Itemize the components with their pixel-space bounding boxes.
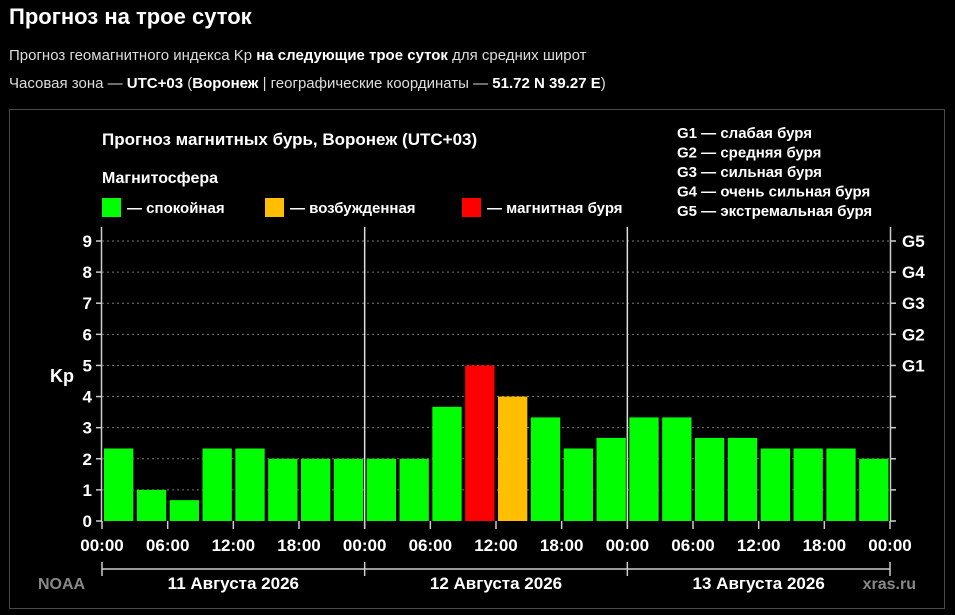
kp-bar — [695, 437, 725, 521]
y-tick-label: 5 — [83, 356, 92, 375]
kp-bar — [859, 458, 889, 521]
chart-title: Прогноз магнитных бурь, Воронеж (UTC+03) — [102, 130, 477, 149]
kp-bar — [826, 448, 856, 521]
forecast-description: Прогноз геомагнитного индекса Kp на след… — [9, 47, 587, 64]
watermark-noaa: NOAA — [38, 576, 86, 593]
kp-bar — [793, 448, 823, 521]
g-tick-label: G2 — [902, 325, 925, 344]
kp-bar — [760, 448, 790, 521]
day-label: 13 Августа 2026 — [693, 574, 825, 593]
chart-panel: Прогноз магнитных бурь, Воронеж (UTC+03)… — [9, 109, 945, 609]
kp-bar — [235, 448, 265, 521]
kp-bar — [169, 500, 199, 521]
legend-title: Магнитосфера — [102, 170, 218, 187]
x-tick-label: 00:00 — [80, 536, 123, 555]
kp-bar — [432, 406, 462, 521]
kp-bar — [268, 458, 298, 521]
kp-bar — [498, 396, 528, 521]
g-legend-item: G4 — очень сильная буря — [677, 184, 870, 201]
kp-bar — [530, 417, 561, 521]
kp-bar — [596, 437, 626, 521]
kp-bar — [629, 417, 659, 521]
day-label: 12 Августа 2026 — [430, 574, 562, 593]
x-tick-label: 18:00 — [803, 536, 846, 555]
g-legend-item: G2 — средняя буря — [677, 145, 821, 162]
y-tick-label: 8 — [83, 263, 92, 282]
kp-bar — [662, 417, 692, 521]
g-tick-label: G3 — [902, 294, 925, 313]
y-tick-label: 4 — [83, 388, 93, 407]
y-tick-label: 2 — [83, 450, 92, 469]
timezone-info: Часовая зона — UTC+03 (Воронеж | географ… — [9, 75, 606, 92]
x-tick-label: 18:00 — [540, 536, 583, 555]
legend-label-calm: — спокойная — [127, 200, 225, 217]
legend-swatch-excited — [265, 198, 284, 217]
kp-bar — [104, 448, 134, 521]
kp-bar — [399, 458, 429, 521]
g-tick-label: G5 — [902, 232, 925, 251]
page-title: Прогноз на трое суток — [9, 4, 252, 29]
x-tick-label: 00:00 — [606, 536, 649, 555]
kp-bar — [136, 489, 167, 521]
x-tick-label: 06:00 — [671, 536, 714, 555]
y-tick-label: 7 — [83, 294, 92, 313]
kp-bar — [727, 437, 758, 521]
y-tick-label: 3 — [83, 419, 92, 438]
kp-forecast-chart: Прогноз магнитных бурь, Воронеж (UTC+03)… — [38, 125, 925, 593]
y-tick-label: 9 — [83, 232, 92, 251]
g-legend-item: G5 — экстремальная буря — [677, 203, 872, 220]
x-tick-label: 12:00 — [474, 536, 517, 555]
kp-bar — [333, 458, 364, 521]
x-tick-label: 06:00 — [146, 536, 189, 555]
legend-swatch-calm — [102, 198, 121, 217]
g-tick-label: G4 — [902, 263, 925, 282]
g-legend-item: G1 — слабая буря — [677, 125, 812, 142]
g-legend-item: G3 — сильная буря — [677, 164, 822, 181]
g-tick-label: G1 — [902, 356, 925, 375]
y-axis-label: Kp — [50, 366, 74, 386]
x-tick-label: 00:00 — [868, 536, 911, 555]
day-label: 11 Августа 2026 — [168, 574, 299, 593]
y-tick-label: 0 — [83, 512, 92, 531]
x-tick-label: 12:00 — [212, 536, 255, 555]
kp-bar — [563, 448, 593, 521]
y-tick-label: 6 — [83, 325, 92, 344]
y-tick-label: 1 — [83, 481, 92, 500]
x-tick-label: 18:00 — [277, 536, 320, 555]
kp-bar — [301, 458, 331, 521]
legend-swatch-storm — [462, 198, 481, 217]
legend-label-excited: — возбужденная — [290, 200, 416, 217]
x-tick-label: 00:00 — [343, 536, 386, 555]
kp-bar — [366, 458, 396, 521]
x-tick-label: 12:00 — [737, 536, 780, 555]
watermark-xras: xras.ru — [863, 576, 916, 593]
x-tick-label: 06:00 — [409, 536, 452, 555]
kp-bar — [465, 365, 495, 521]
kp-bar — [202, 448, 232, 521]
legend-label-storm: — магнитная буря — [487, 200, 623, 217]
